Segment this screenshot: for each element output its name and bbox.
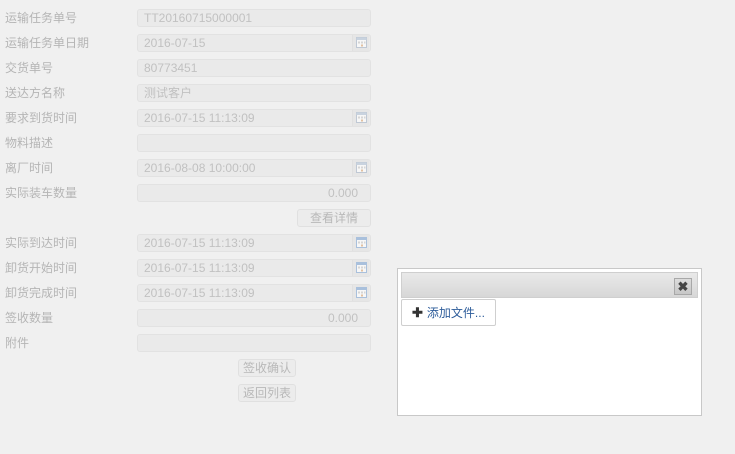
calendar-icon[interactable] — [352, 285, 369, 301]
upload-panel: ✖ ✚ 添加文件... — [397, 268, 702, 416]
unloading-start-time-value: 2016-07-15 11:13:09 — [144, 261, 255, 275]
transport-task-date-field[interactable]: 2016-07-15 — [137, 34, 371, 52]
departure-time-value: 2016-08-08 10:00:00 — [144, 161, 256, 175]
calendar-icon[interactable] — [352, 110, 369, 126]
back-to-list-button[interactable]: 返回列表 — [238, 384, 296, 402]
attachment-field[interactable] — [137, 334, 371, 352]
calendar-icon[interactable] — [352, 235, 369, 251]
confirm-receipt-button[interactable]: 签收确认 — [238, 359, 296, 377]
transport-task-date-value: 2016-07-15 — [144, 36, 206, 50]
calendar-icon[interactable] — [352, 160, 369, 176]
label-consignee-name: 送达方名称 — [5, 86, 66, 100]
close-icon: ✖ — [677, 279, 689, 294]
upload-panel-header: ✖ — [401, 272, 698, 298]
unloading-finish-time-value: 2016-07-15 11:13:09 — [144, 286, 255, 300]
delivery-number-field[interactable]: 80773451 — [137, 59, 371, 77]
received-quantity-field[interactable]: 0.000 — [137, 309, 371, 327]
calendar-icon[interactable] — [352, 260, 369, 276]
material-description-field[interactable] — [137, 134, 371, 152]
unloading-start-time-field[interactable]: 2016-07-15 11:13:09 — [137, 259, 371, 277]
label-delivery-number: 交货单号 — [5, 61, 54, 75]
calendar-icon[interactable] — [352, 35, 369, 51]
label-transport-task-date: 运输任务单日期 — [5, 36, 90, 50]
actual-loading-quantity-field[interactable]: 0.000 — [137, 184, 371, 202]
add-file-button[interactable]: ✚ 添加文件... — [401, 299, 496, 326]
label-required-arrival-time: 要求到货时间 — [5, 111, 78, 125]
transport-task-number-field[interactable]: TT20160715000001 — [137, 9, 371, 27]
close-button[interactable]: ✖ — [674, 278, 692, 295]
label-received-quantity: 签收数量 — [5, 311, 54, 325]
delivery-form: 运输任务单号 TT20160715000001 运输任务单日期 2016-07-… — [0, 0, 380, 454]
add-file-label: 添加文件... — [426, 306, 485, 320]
view-details-button[interactable]: 查看详情 — [297, 209, 371, 227]
actual-arrival-time-value: 2016-07-15 11:13:09 — [144, 236, 255, 250]
required-arrival-time-value: 2016-07-15 11:13:09 — [144, 111, 255, 125]
label-attachment: 附件 — [5, 336, 30, 350]
label-departure-time: 离厂时间 — [5, 161, 54, 175]
required-arrival-time-field[interactable]: 2016-07-15 11:13:09 — [137, 109, 371, 127]
label-transport-task-number: 运输任务单号 — [5, 11, 78, 25]
departure-time-field[interactable]: 2016-08-08 10:00:00 — [137, 159, 371, 177]
unloading-finish-time-field[interactable]: 2016-07-15 11:13:09 — [137, 284, 371, 302]
label-unloading-start-time: 卸货开始时间 — [5, 261, 78, 275]
consignee-name-field[interactable]: 测试客户 — [137, 84, 371, 102]
actual-arrival-time-field[interactable]: 2016-07-15 11:13:09 — [137, 234, 371, 252]
label-unloading-finish-time: 卸货完成时间 — [5, 286, 78, 300]
plus-icon: ✚ — [412, 305, 423, 320]
label-actual-arrival-time: 实际到达时间 — [5, 236, 78, 250]
label-material-description: 物料描述 — [5, 136, 54, 150]
label-actual-loading-quantity: 实际装车数量 — [5, 186, 78, 200]
